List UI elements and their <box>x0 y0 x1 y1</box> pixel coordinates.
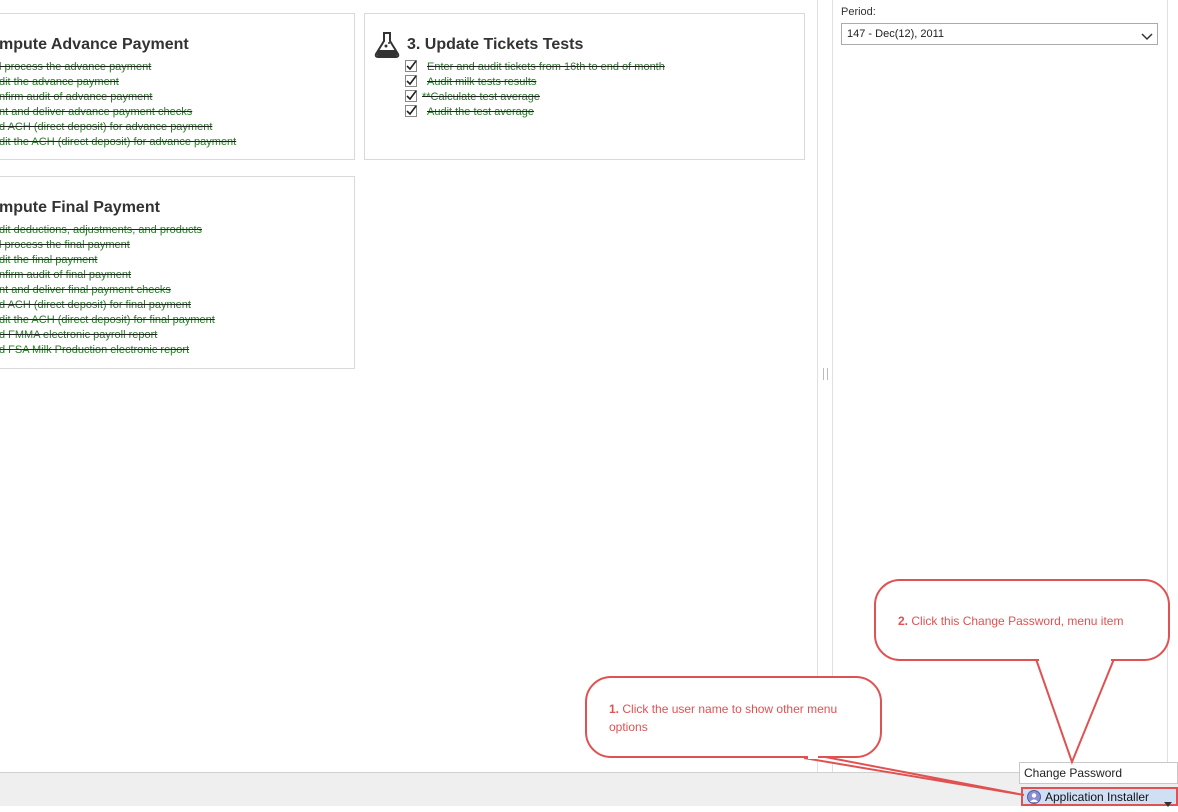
callout-number: 2. <box>898 614 909 628</box>
task-item[interactable]: dit the advance payment <box>0 75 119 90</box>
task-item[interactable]: dit the ACH (direct deposit) for final p… <box>0 313 215 328</box>
card-final-payment: mpute Final Payment dit deductions, adju… <box>0 176 355 369</box>
status-bar <box>0 772 1178 806</box>
period-select[interactable]: 147 - Dec(12), 2011 <box>841 23 1158 45</box>
right-scrollbar[interactable] <box>1168 0 1178 772</box>
dropdown-arrow-icon[interactable] <box>1164 794 1172 812</box>
task-item[interactable]: **Calculate test average <box>422 90 540 105</box>
chevron-down-icon[interactable] <box>1141 29 1153 47</box>
task-item[interactable]: dit deductions, adjustments, and product… <box>0 223 202 238</box>
task-item[interactable]: Audit milk tests results <box>427 75 536 90</box>
change-password-menu-item[interactable]: Change Password <box>1024 766 1122 780</box>
card-title: mpute Final Payment <box>0 199 160 216</box>
callout-message: Click the user name to show other menu o… <box>609 702 838 734</box>
checkmark-icon[interactable] <box>405 59 417 72</box>
task-item[interactable]: l process the final payment <box>0 238 130 253</box>
callout-1: 1. Click the user name to show other men… <box>585 676 882 758</box>
user-menu-popup: Change Password <box>1019 762 1178 784</box>
task-item[interactable]: nfirm audit of final payment <box>0 268 131 283</box>
task-item[interactable]: nt and deliver final payment checks <box>0 283 171 298</box>
card-title: 3. Update Tickets Tests <box>407 36 584 53</box>
callout-text: 2. Click this Change Password, menu item <box>898 612 1158 630</box>
task-item[interactable]: d ACH (direct deposit) for advance payme… <box>0 120 212 135</box>
period-label: Period: <box>841 6 876 18</box>
task-item[interactable]: d FSA Milk Production electronic report <box>0 343 189 358</box>
user-icon <box>1027 790 1041 809</box>
user-name-button[interactable]: Application Installer <box>1021 787 1178 809</box>
task-item[interactable]: dit the ACH (direct deposit) for advance… <box>0 135 236 150</box>
user-name-label: Application Installer <box>1045 790 1150 804</box>
task-item[interactable]: nt and deliver advance payment checks <box>0 105 192 120</box>
dashboard-main: mpute Advance Payment l process the adva… <box>0 0 818 772</box>
callout-2: 2. Click this Change Password, menu item <box>874 579 1170 661</box>
checkmark-icon[interactable] <box>405 74 417 87</box>
callout-number: 1. <box>609 702 620 716</box>
period-select-value: 147 - Dec(12), 2011 <box>847 28 945 40</box>
callout-text: 1. Click the user name to show other men… <box>609 700 869 736</box>
checkmark-icon[interactable] <box>405 104 417 117</box>
flask-icon <box>374 31 400 63</box>
card-update-tickets-tests: 3. Update Tickets Tests Enter and audit … <box>364 13 805 160</box>
task-item[interactable]: dit the final payment <box>0 253 97 268</box>
pane-splitter[interactable] <box>817 0 833 772</box>
card-advance-payment: mpute Advance Payment l process the adva… <box>0 13 355 160</box>
task-item[interactable]: Enter and audit tickets from 16th to end… <box>427 60 665 75</box>
task-item[interactable]: l process the advance payment <box>0 60 151 75</box>
task-item[interactable]: d FMMA electronic payroll report <box>0 328 157 343</box>
card-title: mpute Advance Payment <box>0 36 189 53</box>
splitter-grip-icon[interactable] <box>823 368 828 380</box>
task-item[interactable]: d ACH (direct deposit) for final payment <box>0 298 191 313</box>
callout-message: Click this Change Password, menu item <box>911 614 1124 628</box>
task-item[interactable]: nfirm audit of advance payment <box>0 90 152 105</box>
checkmark-icon[interactable] <box>405 89 417 102</box>
task-item[interactable]: Audit the test average <box>427 105 534 120</box>
